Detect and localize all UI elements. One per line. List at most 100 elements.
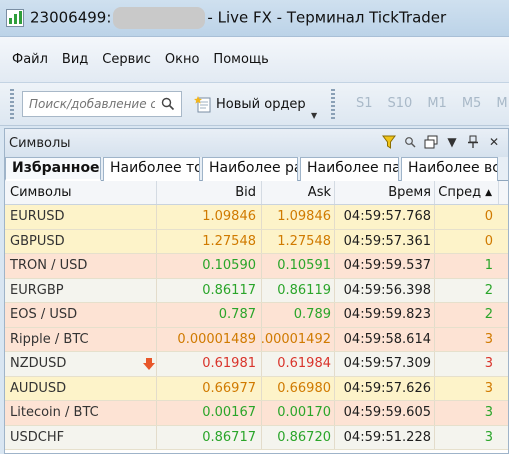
- table-row[interactable]: Ripple / BTC 0.00001489 0.00001492 04:59:58…: [5, 327, 508, 352]
- spread-cell: 3: [435, 377, 499, 401]
- panel-title: Символы: [9, 135, 71, 151]
- time-cell-text: 04:59:58.614: [343, 331, 431, 347]
- symbol-cell-text: EURUSD: [10, 209, 65, 225]
- toolbar-grip-handle[interactable]: [10, 89, 14, 119]
- time-cell-text: 04:59:57.768: [343, 209, 431, 225]
- symbol-search-box[interactable]: [22, 91, 182, 117]
- table-row[interactable]: GBPUSD 1.27548 1.27548 04:59:57.361 0: [5, 229, 508, 254]
- spread-cell-text: 3: [484, 331, 493, 347]
- timeframe-s1-button[interactable]: S1: [356, 96, 373, 111]
- spread-cell: 2: [435, 279, 499, 303]
- symbol-cell: TRON / USD: [5, 254, 157, 278]
- table-row[interactable]: AUDUSD 0.66977 0.66980 04:59:57.626 3: [5, 376, 508, 401]
- bid-cell: 0.00167: [157, 401, 262, 425]
- table-row[interactable]: USDCHF 0.86717 0.86720 04:59:51.228 3: [5, 425, 508, 450]
- ask-cell: 0.61984: [262, 352, 335, 376]
- new-order-button[interactable]: Новый ордер: [190, 90, 310, 118]
- column-header-spread-label: Спред: [438, 185, 482, 200]
- symbol-cell-text: NZDUSD: [10, 356, 67, 372]
- column-header-time[interactable]: Время: [335, 181, 435, 204]
- time-cell: 04:59:57.626: [335, 376, 435, 400]
- symbol-cell: AUDUSD: [5, 376, 157, 400]
- tab-most-growing[interactable]: Наиболее ра: [202, 157, 298, 181]
- timeframe-m1-button[interactable]: M1: [427, 96, 447, 111]
- detach-window-icon[interactable]: [423, 133, 439, 151]
- time-cell: 04:59:59.605: [335, 401, 435, 425]
- table-row[interactable]: Litecoin / BTC 0.00167 0.00170 04:59:59.605…: [5, 401, 508, 426]
- symbols-table: Символы Bid Ask Время Спред ▲ EURUSD 1.098…: [5, 181, 508, 450]
- menu-file[interactable]: Файл: [12, 52, 48, 67]
- timeframe-m5-button[interactable]: M5: [462, 96, 482, 111]
- ask-cell-text: 0.86119: [277, 282, 331, 298]
- tab-most-traded[interactable]: Наиболее то: [103, 157, 200, 181]
- masked-account-name: [113, 7, 206, 29]
- toolbar-overflow-dropdown[interactable]: ▼: [311, 111, 317, 120]
- ask-cell: 0.66980: [262, 376, 335, 400]
- tab-favorites[interactable]: Избранное: [5, 157, 101, 181]
- symbol-cell-text: USDCHF: [10, 429, 65, 445]
- column-header-bid[interactable]: Bid: [157, 181, 262, 204]
- table-row[interactable]: NZDUSD 0.61981 0.61984 04:59:57.309 3: [5, 352, 508, 377]
- column-header-symbol[interactable]: Символы: [5, 181, 157, 204]
- table-header-row: Символы Bid Ask Время Спред ▲: [5, 181, 508, 205]
- table-row[interactable]: EOS / USD 0.787 0.789 04:59:59.823 2: [5, 303, 508, 328]
- spread-cell-text: 0: [484, 209, 493, 225]
- table-row[interactable]: TRON / USD 0.10590 0.10591 04:59:59.537 1: [5, 254, 508, 279]
- column-header-ask[interactable]: Ask: [262, 181, 335, 204]
- time-cell: 04:59:58.614: [335, 327, 435, 351]
- time-cell: 04:59:57.309: [335, 352, 435, 376]
- close-panel-icon[interactable]: ✕: [486, 133, 502, 151]
- panel-menu-dropdown-icon[interactable]: ▼: [444, 133, 460, 151]
- symbol-cell-text: EOS / USD: [10, 307, 78, 323]
- bid-cell-text: 0.66977: [202, 380, 256, 396]
- spread-cell: 3: [435, 426, 499, 450]
- symbol-cell: GBPUSD: [5, 229, 157, 253]
- new-order-label: Новый ордер: [216, 96, 306, 112]
- symbol-cell: NZDUSD: [5, 352, 157, 376]
- symbol-tabs: Избранное Наиболее то Наиболее ра Наибол…: [5, 157, 508, 181]
- panel-header: Символы ▼ ✕: [5, 129, 508, 157]
- spread-cell: 1: [435, 254, 499, 278]
- bid-cell-text: 0.86717: [202, 429, 256, 445]
- filter-icon[interactable]: [381, 133, 397, 151]
- table-row[interactable]: EURGBP 0.86117 0.86119 04:59:56.398 2: [5, 278, 508, 303]
- tab-most-falling[interactable]: Наиболее па: [300, 157, 399, 181]
- menu-window[interactable]: Окно: [165, 52, 200, 67]
- ask-cell-text: 0.86720: [277, 429, 331, 445]
- symbol-cell: EOS / USD: [5, 303, 157, 327]
- symbol-cell: Litecoin / BTC: [5, 401, 157, 425]
- time-cell-text: 04:59:56.398: [343, 282, 431, 298]
- ask-cell: 0.789: [262, 303, 335, 327]
- spread-cell-text: 3: [484, 429, 493, 445]
- ask-cell-text: 0.61984: [277, 356, 331, 372]
- ask-cell-text: 1.27548: [277, 233, 331, 249]
- find-icon[interactable]: [402, 133, 418, 151]
- bid-cell-text: 0.787: [218, 307, 256, 323]
- bid-cell: 0.00001489: [157, 327, 262, 351]
- timeframe-grip-handle[interactable]: [331, 89, 335, 119]
- symbol-cell-text: GBPUSD: [10, 233, 65, 249]
- spread-cell: 3: [435, 328, 499, 352]
- timeframe-m-button[interactable]: M: [496, 96, 507, 111]
- pin-icon[interactable]: [465, 133, 481, 151]
- menu-help[interactable]: Помощь: [213, 52, 268, 67]
- search-icon[interactable]: [161, 97, 175, 111]
- timeframe-buttons: S1 S10 M1 M5 M: [356, 96, 509, 111]
- menu-service[interactable]: Сервис: [102, 52, 151, 67]
- tab-most-volatile[interactable]: Наиболее вс: [401, 157, 498, 181]
- table-row[interactable]: EURUSD 1.09846 1.09846 04:59:57.768 0: [5, 205, 508, 230]
- toolbar: Новый ордер ▼ S1 S10 M1 M5 M: [0, 82, 509, 126]
- column-header-spread[interactable]: Спред ▲: [435, 181, 499, 204]
- time-cell: 04:59:57.768: [335, 205, 435, 229]
- new-order-icon: [194, 96, 211, 113]
- menu-view[interactable]: Вид: [62, 52, 88, 67]
- bid-cell-text: 1.09846: [202, 209, 256, 225]
- bid-cell: 0.86117: [157, 278, 262, 302]
- account-number: 23006499:: [30, 8, 112, 27]
- spread-cell-text: 3: [484, 356, 493, 372]
- spread-cell: 3: [435, 352, 499, 376]
- menu-bar: Файл Вид Сервис Окно Помощь: [0, 36, 509, 82]
- symbol-search-input[interactable]: [29, 97, 155, 111]
- timeframe-s10-button[interactable]: S10: [388, 96, 413, 111]
- ask-cell: 1.27548: [262, 229, 335, 253]
